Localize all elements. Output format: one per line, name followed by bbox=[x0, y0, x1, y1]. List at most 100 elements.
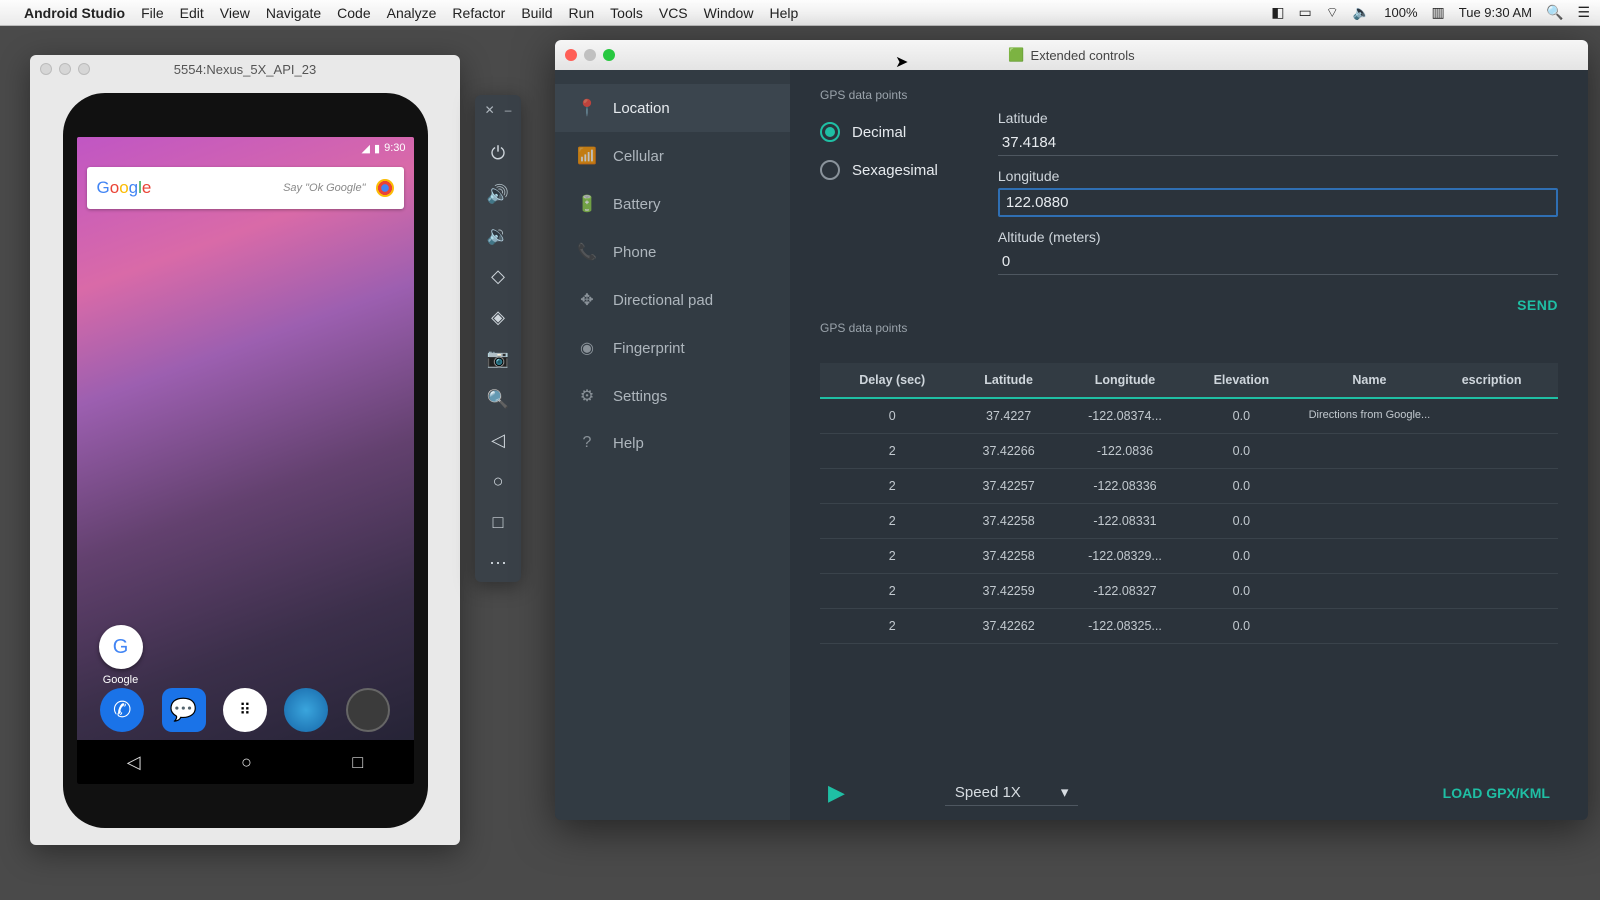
extended-titlebar[interactable]: 🟩 Extended controls bbox=[555, 40, 1588, 70]
browser-app-icon[interactable] bbox=[284, 688, 328, 732]
google-search-bar[interactable]: Google Say "Ok Google" bbox=[87, 167, 404, 209]
extended-controls-window: 🟩 Extended controls 📍Location📶Cellular🔋B… bbox=[555, 40, 1588, 820]
overview-button-icon[interactable]: □ bbox=[486, 512, 510, 533]
battery-small-icon: ▮ bbox=[374, 142, 380, 155]
phone-icon: 📞 bbox=[577, 242, 597, 262]
battery-icon: ▥ bbox=[1432, 4, 1445, 21]
screens-icon[interactable]: ◧ bbox=[1271, 4, 1284, 21]
android-statusbar: ◢ ▮ 9:30 bbox=[77, 137, 414, 159]
table-row[interactable]: 237.42266-122.08360.0 bbox=[820, 434, 1558, 469]
nav-cellular[interactable]: 📶Cellular bbox=[555, 132, 790, 180]
chevron-down-icon: ▾ bbox=[1061, 783, 1069, 801]
menubar-right: ◧ ▭ ⌔ 🔈 100% ▥ Tue 9:30 AM 🔍 ☰ bbox=[1271, 4, 1590, 22]
speaker-icon[interactable]: 🔈 bbox=[1353, 4, 1370, 21]
all-apps-icon[interactable]: ⠿ bbox=[223, 688, 267, 732]
home-button-icon[interactable]: ○ bbox=[486, 471, 510, 492]
longitude-input[interactable] bbox=[998, 188, 1558, 217]
extended-main: GPS data points Decimal Sexagesimal Lati… bbox=[790, 70, 1588, 820]
google-app-icon[interactable]: G bbox=[99, 625, 143, 669]
fingerprint-icon: ◉ bbox=[577, 338, 597, 358]
nav-fingerprint[interactable]: ◉Fingerprint bbox=[555, 324, 790, 372]
volume-down-icon[interactable]: 🔉 bbox=[486, 225, 510, 246]
volume-up-icon[interactable]: 🔊 bbox=[486, 184, 510, 205]
send-button[interactable]: SEND bbox=[1517, 297, 1558, 313]
back-button-icon[interactable]: ◁ bbox=[486, 430, 510, 451]
col-header: Delay (sec) bbox=[834, 373, 950, 387]
altitude-field: Altitude (meters) bbox=[998, 229, 1558, 275]
emulator-window: 5554:Nexus_5X_API_23 ◢ ▮ 9:30 Google Say… bbox=[30, 55, 460, 845]
nav-directional-pad[interactable]: ✥Directional pad bbox=[555, 276, 790, 324]
help-icon: ? bbox=[577, 434, 597, 452]
power-icon[interactable]: ⏻ bbox=[486, 143, 510, 164]
table-row[interactable]: 237.42262-122.08325...0.0 bbox=[820, 609, 1558, 644]
table-row[interactable]: 237.42257-122.083360.0 bbox=[820, 469, 1558, 504]
radio-decimal[interactable]: Decimal bbox=[820, 122, 938, 142]
mic-icon[interactable] bbox=[376, 179, 394, 197]
menu-navigate[interactable]: Navigate bbox=[266, 5, 321, 21]
close-window-icon[interactable] bbox=[565, 49, 577, 61]
home-icon[interactable]: ○ bbox=[241, 752, 252, 773]
zoom-window-icon[interactable] bbox=[603, 49, 615, 61]
minimize-window-icon[interactable] bbox=[584, 49, 596, 61]
phone-app-icon[interactable]: ✆ bbox=[100, 688, 144, 732]
app-name[interactable]: Android Studio bbox=[24, 5, 125, 21]
load-gpx-button[interactable]: LOAD GPX/KML bbox=[1443, 785, 1550, 801]
search-hint: Say "Ok Google" bbox=[283, 182, 365, 194]
play-icon[interactable]: ▶ bbox=[828, 780, 845, 806]
menu-build[interactable]: Build bbox=[521, 5, 552, 21]
latitude-input[interactable] bbox=[998, 130, 1558, 156]
wifi-icon[interactable]: ⌔ bbox=[1326, 4, 1339, 22]
radio-sexagesimal[interactable]: Sexagesimal bbox=[820, 160, 938, 180]
location-icon: 📍 bbox=[577, 98, 597, 118]
longitude-field: Longitude bbox=[998, 168, 1558, 217]
minimize-icon[interactable]: – bbox=[505, 103, 512, 117]
extended-title: Extended controls bbox=[1031, 48, 1135, 63]
table-header: Delay (sec)LatitudeLongitudeElevationNam… bbox=[820, 363, 1558, 399]
list-icon[interactable]: ☰ bbox=[1577, 4, 1590, 21]
nav-location[interactable]: 📍Location bbox=[555, 84, 790, 132]
menu-file[interactable]: File bbox=[141, 5, 164, 21]
menu-items: File Edit View Navigate Code Analyze Refactor B… bbox=[141, 5, 814, 21]
google-logo: Google bbox=[97, 178, 152, 198]
camera-icon[interactable]: 📷 bbox=[486, 348, 510, 369]
phone-screen[interactable]: ◢ ▮ 9:30 Google Say "Ok Google" G Google… bbox=[77, 137, 414, 784]
phone-frame: ◢ ▮ 9:30 Google Say "Ok Google" G Google… bbox=[63, 93, 428, 828]
nav-battery[interactable]: 🔋Battery bbox=[555, 180, 790, 228]
camera-app-icon[interactable] bbox=[346, 688, 390, 732]
nav-settings[interactable]: ⚙Settings bbox=[555, 372, 790, 420]
col-header: Elevation bbox=[1183, 373, 1299, 387]
recents-icon[interactable]: □ bbox=[352, 752, 363, 773]
close-icon[interactable]: ✕ bbox=[485, 103, 495, 117]
nav-help[interactable]: ?Help bbox=[555, 420, 790, 466]
rotate-left-icon[interactable]: ◇ bbox=[486, 266, 510, 287]
back-icon[interactable]: ◁ bbox=[127, 752, 141, 773]
table-row[interactable]: 237.42258-122.08329...0.0 bbox=[820, 539, 1558, 574]
menu-vcs[interactable]: VCS bbox=[659, 5, 688, 21]
menu-run[interactable]: Run bbox=[568, 5, 594, 21]
table-row[interactable]: 037.4227-122.08374...0.0Directions from … bbox=[820, 399, 1558, 434]
col-header: escription bbox=[1439, 373, 1544, 387]
spotlight-icon[interactable]: 🔍 bbox=[1546, 4, 1563, 21]
nav-phone[interactable]: 📞Phone bbox=[555, 228, 790, 276]
menu-analyze[interactable]: Analyze bbox=[387, 5, 437, 21]
menu-refactor[interactable]: Refactor bbox=[452, 5, 505, 21]
more-icon[interactable]: ⋯ bbox=[486, 553, 510, 574]
dock: ✆ 💬 ⠿ bbox=[77, 680, 414, 740]
table-row[interactable]: 237.42258-122.083310.0 bbox=[820, 504, 1558, 539]
altitude-input[interactable] bbox=[998, 249, 1558, 275]
table-row[interactable]: 237.42259-122.083270.0 bbox=[820, 574, 1558, 609]
airplay-icon[interactable]: ▭ bbox=[1298, 4, 1311, 21]
speed-select[interactable]: Speed 1X▾ bbox=[945, 779, 1078, 806]
rotate-right-icon[interactable]: ◈ bbox=[486, 307, 510, 328]
menu-code[interactable]: Code bbox=[337, 5, 370, 21]
menu-edit[interactable]: Edit bbox=[180, 5, 204, 21]
messages-app-icon[interactable]: 💬 bbox=[162, 688, 206, 732]
extended-nav: 📍Location📶Cellular🔋Battery📞Phone✥Directi… bbox=[555, 70, 790, 820]
menu-tools[interactable]: Tools bbox=[610, 5, 643, 21]
menu-help[interactable]: Help bbox=[769, 5, 798, 21]
menu-view[interactable]: View bbox=[220, 5, 250, 21]
clock[interactable]: Tue 9:30 AM bbox=[1459, 5, 1532, 20]
menu-window[interactable]: Window bbox=[704, 5, 754, 21]
zoom-icon[interactable]: 🔍 bbox=[486, 389, 510, 410]
emulator-titlebar[interactable]: 5554:Nexus_5X_API_23 bbox=[30, 55, 460, 83]
